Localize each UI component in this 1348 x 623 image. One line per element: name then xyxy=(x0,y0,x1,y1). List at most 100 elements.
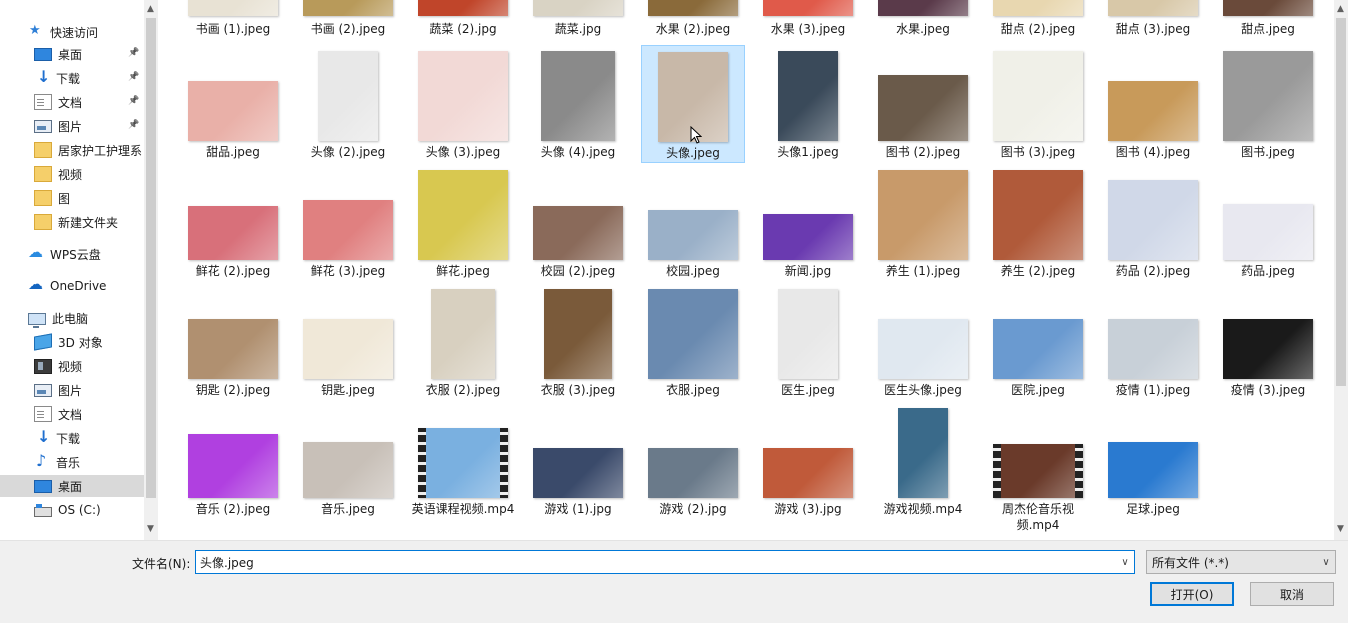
pictures-icon xyxy=(34,120,52,133)
nav-item[interactable]: 文档 📌 xyxy=(0,91,144,113)
open-button[interactable]: 打开(O) xyxy=(1150,582,1234,606)
nav-item[interactable]: 文档 xyxy=(0,403,144,425)
file-name: 图书.jpeg xyxy=(1241,145,1295,159)
file-item[interactable]: 头像1.jpeg xyxy=(756,45,860,163)
nav-item[interactable]: 下载 xyxy=(0,427,144,449)
file-item[interactable]: 疫情 (3).jpeg xyxy=(1216,283,1320,401)
filename-input[interactable] xyxy=(196,552,1116,572)
file-item[interactable]: 图书 (4).jpeg xyxy=(1101,45,1205,163)
nav-item-label: 下载 xyxy=(56,71,81,86)
filename-combobox[interactable]: ∨ xyxy=(195,550,1135,574)
file-name: 头像 (3).jpeg xyxy=(425,145,501,159)
file-name: 鲜花 (2).jpeg xyxy=(195,264,271,278)
file-item[interactable]: 足球.jpeg xyxy=(1101,402,1205,520)
file-item[interactable]: 衣服 (3).jpeg xyxy=(526,283,630,401)
scroll-down-icon[interactable]: ▼ xyxy=(147,524,154,534)
file-item[interactable]: 新闻.jpg xyxy=(756,164,860,282)
file-item[interactable]: 英语课程视频.mp4 xyxy=(411,402,515,520)
file-item[interactable]: 钥匙.jpeg xyxy=(296,283,400,401)
file-name: 鲜花 (3).jpeg xyxy=(310,264,386,278)
file-item[interactable]: 头像 (3).jpeg xyxy=(411,45,515,163)
file-item[interactable]: 校园.jpeg xyxy=(641,164,745,282)
file-name: 图书 (2).jpeg xyxy=(885,145,961,159)
nav-item[interactable]: 视频 xyxy=(0,163,144,185)
nav-scrollbar-thumb[interactable] xyxy=(146,18,156,498)
file-item[interactable]: 养生 (1).jpeg xyxy=(871,164,975,282)
file-item[interactable]: 钥匙 (2).jpeg xyxy=(181,283,285,401)
image-thumbnail xyxy=(303,442,393,498)
file-item[interactable]: 周杰伦音乐视频.mp4 xyxy=(986,402,1090,532)
file-item[interactable]: 衣服 (2).jpeg xyxy=(411,283,515,401)
file-item[interactable]: 甜品.jpeg xyxy=(181,45,285,163)
file-name: 蔬菜 (2).jpg xyxy=(429,22,497,36)
image-thumbnail xyxy=(303,0,393,16)
nav-item[interactable]: 图 xyxy=(0,187,144,209)
file-item[interactable]: 医生.jpeg xyxy=(756,283,860,401)
image-thumbnail xyxy=(188,206,278,260)
file-type-dropdown[interactable]: 所有文件 (*.*) ∨ xyxy=(1146,550,1336,574)
nav-item[interactable]: 图片 📌 xyxy=(0,115,144,137)
file-item[interactable]: 药品 (2).jpeg xyxy=(1101,164,1205,282)
nav-item[interactable]: 图片 xyxy=(0,379,144,401)
nav-item[interactable]: 新建文件夹 xyxy=(0,211,144,233)
file-item[interactable]: 疫情 (1).jpeg xyxy=(1101,283,1205,401)
nav-item[interactable]: 此电脑 xyxy=(0,307,144,329)
nav-item[interactable]: 3D 对象 xyxy=(0,331,144,353)
file-item[interactable]: 医生头像.jpeg xyxy=(871,283,975,401)
nav-item-label: 此电脑 xyxy=(52,311,89,326)
scroll-up-icon[interactable]: ▲ xyxy=(1337,4,1344,14)
nav-item[interactable]: 桌面 📌 xyxy=(0,43,144,65)
file-item[interactable]: 图书.jpeg xyxy=(1216,45,1320,163)
nav-item-label: 快速访问 xyxy=(50,25,99,40)
file-item[interactable]: 游戏 (2).jpg xyxy=(641,402,745,520)
file-item[interactable]: 校园 (2).jpeg xyxy=(526,164,630,282)
file-item[interactable]: 养生 (2).jpeg xyxy=(986,164,1090,282)
nav-item[interactable]: 音乐 xyxy=(0,451,144,473)
nav-item[interactable]: OS (C:) xyxy=(0,499,144,521)
download-icon xyxy=(34,67,50,86)
navigation-pane[interactable]: 快速访问桌面📌下载📌文档📌图片📌居家护工护理系视频图新建文件夹WPS云盘OneD… xyxy=(0,0,158,540)
file-item[interactable]: 头像 (4).jpeg xyxy=(526,45,630,163)
file-name: 甜点 (3).jpeg xyxy=(1115,22,1191,36)
file-item[interactable]: 鲜花 (2).jpeg xyxy=(181,164,285,282)
nav-item[interactable]: 视频 xyxy=(0,355,144,377)
file-item[interactable]: 头像 (2).jpeg xyxy=(296,45,400,163)
scroll-down-icon[interactable]: ▼ xyxy=(1337,524,1344,534)
file-item[interactable]: 药品.jpeg xyxy=(1216,164,1320,282)
cancel-button[interactable]: 取消 xyxy=(1250,582,1334,606)
file-name: 校园.jpeg xyxy=(666,264,720,278)
file-item[interactable]: 游戏视频.mp4 xyxy=(871,402,975,520)
file-grid-scrollbar[interactable]: ▲ ▼ xyxy=(1334,0,1348,540)
image-thumbnail xyxy=(648,210,738,260)
file-item[interactable]: 医院.jpeg xyxy=(986,283,1090,401)
file-item[interactable]: 图书 (3).jpeg xyxy=(986,45,1090,163)
nav-item-label: 视频 xyxy=(58,359,83,374)
nav-item[interactable]: 下载 📌 xyxy=(0,67,144,89)
file-grid-scrollbar-thumb[interactable] xyxy=(1336,18,1346,386)
file-item[interactable]: 衣服.jpeg xyxy=(641,283,745,401)
file-name: 头像 (4).jpeg xyxy=(540,145,616,159)
file-item[interactable]: 头像.jpeg xyxy=(641,45,745,163)
nav-item-label: 图 xyxy=(58,191,71,206)
chevron-down-icon[interactable]: ∨ xyxy=(1317,557,1335,568)
file-item[interactable]: 鲜花.jpeg xyxy=(411,164,515,282)
image-thumbnail xyxy=(418,0,508,16)
file-grid[interactable]: 书画 (1).jpeg 书画 (2).jpeg 蔬菜 (2).jpg 蔬菜.jpg 水果… xyxy=(160,0,1334,540)
nav-item[interactable]: 桌面 xyxy=(0,475,144,497)
file-name: 养生 (1).jpeg xyxy=(885,264,961,278)
nav-item[interactable]: WPS云盘 xyxy=(0,243,144,265)
chevron-down-icon[interactable]: ∨ xyxy=(1116,557,1134,568)
file-item[interactable]: 游戏 (1).jpg xyxy=(526,402,630,520)
nav-item[interactable]: OneDrive xyxy=(0,275,144,297)
file-item[interactable]: 音乐.jpeg xyxy=(296,402,400,520)
scroll-up-icon[interactable]: ▲ xyxy=(147,4,154,14)
file-item[interactable]: 游戏 (3).jpg xyxy=(756,402,860,520)
file-item[interactable]: 鲜花 (3).jpeg xyxy=(296,164,400,282)
file-item[interactable]: 图书 (2).jpeg xyxy=(871,45,975,163)
nav-item[interactable]: 居家护工护理系 xyxy=(0,139,144,161)
nav-item[interactable]: 快速访问 xyxy=(0,21,144,43)
image-thumbnail xyxy=(878,170,968,260)
nav-scrollbar[interactable]: ▲ ▼ xyxy=(144,0,158,540)
file-item[interactable]: 音乐 (2).jpeg xyxy=(181,402,285,520)
file-name: 水果 (3).jpeg xyxy=(770,22,846,36)
